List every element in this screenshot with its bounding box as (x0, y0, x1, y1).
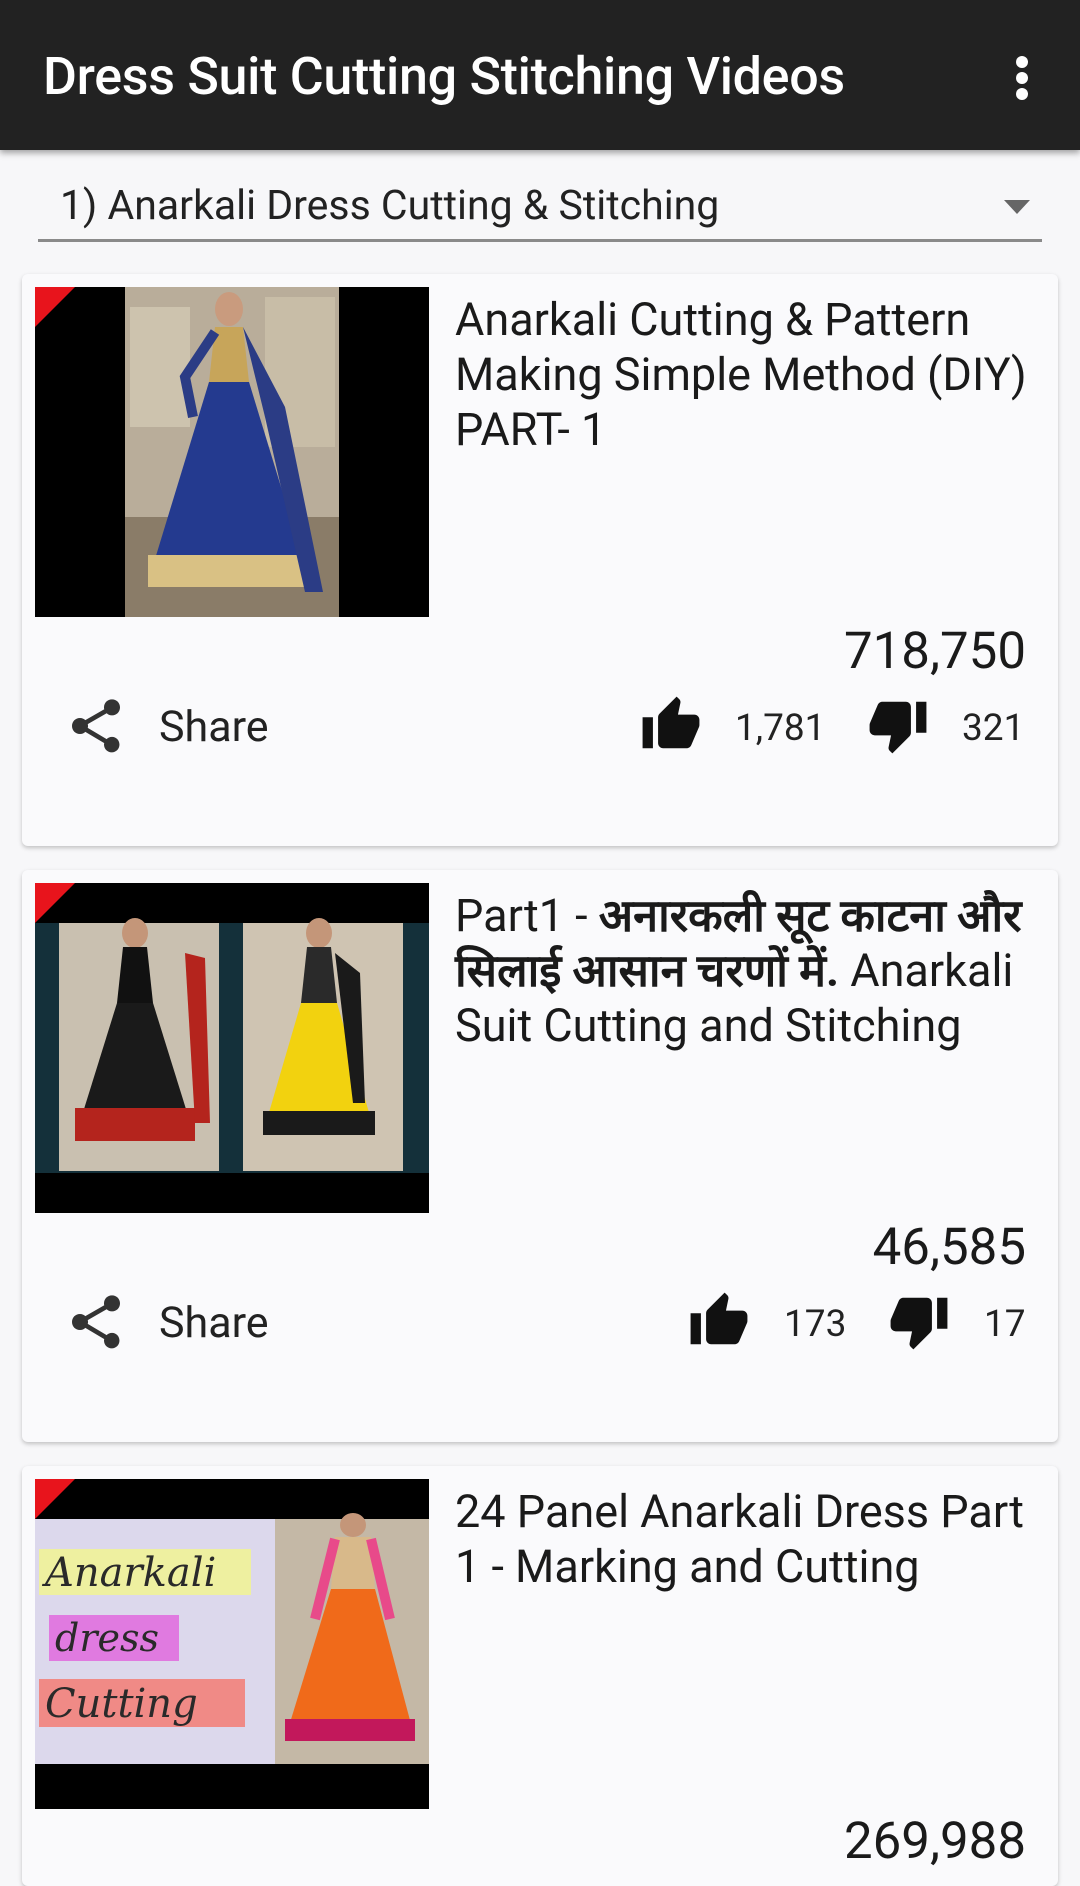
corner-ribbon (35, 883, 75, 923)
thumb-word-2: dress (55, 1616, 159, 1660)
video-thumbnail[interactable] (35, 287, 429, 617)
video-card[interactable]: Part1 - अनारकली सूट काटना और सिलाई आसान … (22, 870, 1058, 1442)
corner-ribbon (35, 1479, 75, 1519)
thumbs-down-icon[interactable] (867, 694, 929, 756)
thumbs-down-icon[interactable] (888, 1290, 950, 1352)
share-label[interactable]: Share (159, 1298, 269, 1348)
view-count: 718,750 (843, 622, 1026, 681)
anarkali-cutting-image: Anarkali dress Cutting (35, 1479, 429, 1809)
video-title[interactable]: Anarkali Cutting & Pattern Making Simple… (455, 292, 1045, 457)
dislike-count: 17 (984, 1303, 1026, 1346)
anarkali-suits-image (35, 883, 429, 1213)
video-thumbnail[interactable] (35, 883, 429, 1213)
like-count: 173 (784, 1303, 847, 1346)
anarkali-dress-image (35, 287, 429, 617)
view-count: 269,988 (843, 1812, 1026, 1871)
share-label[interactable]: Share (159, 702, 269, 752)
corner-ribbon (35, 287, 75, 327)
view-count: 46,585 (872, 1218, 1026, 1277)
thumb-word-1: Anarkali (41, 1550, 216, 1596)
category-dropdown[interactable]: 1) Anarkali Dress Cutting & Stitching (38, 176, 1042, 242)
dislike-count: 321 (962, 707, 1025, 750)
thumbs-up-icon[interactable] (688, 1290, 750, 1352)
video-card[interactable]: Anarkali Cutting & Pattern Making Simple… (22, 274, 1058, 846)
app-title: Dress Suit Cutting Stitching Videos (43, 46, 845, 107)
thumb-word-3: Cutting (45, 1681, 198, 1727)
dropdown-caret-icon (1004, 200, 1030, 214)
like-count: 1,781 (735, 707, 826, 750)
thumbs-up-icon[interactable] (640, 694, 702, 756)
overflow-menu-icon[interactable] (1002, 52, 1042, 104)
video-title[interactable]: Part1 - अनारकली सूट काटना और सिलाई आसान … (455, 888, 1045, 1053)
video-title[interactable]: 24 Panel Anarkali Dress Part 1 - Marking… (455, 1484, 1045, 1594)
app-bar: Dress Suit Cutting Stitching Videos (0, 0, 1080, 150)
video-card[interactable]: Anarkali dress Cutting 24 Panel Anarkali… (22, 1466, 1058, 1886)
share-icon[interactable] (64, 1290, 128, 1354)
video-thumbnail[interactable]: Anarkali dress Cutting (35, 1479, 429, 1809)
category-dropdown-value: 1) Anarkali Dress Cutting & Stitching (60, 182, 720, 230)
video-title-prefix: Part1 - (455, 889, 599, 942)
share-icon[interactable] (64, 694, 128, 758)
